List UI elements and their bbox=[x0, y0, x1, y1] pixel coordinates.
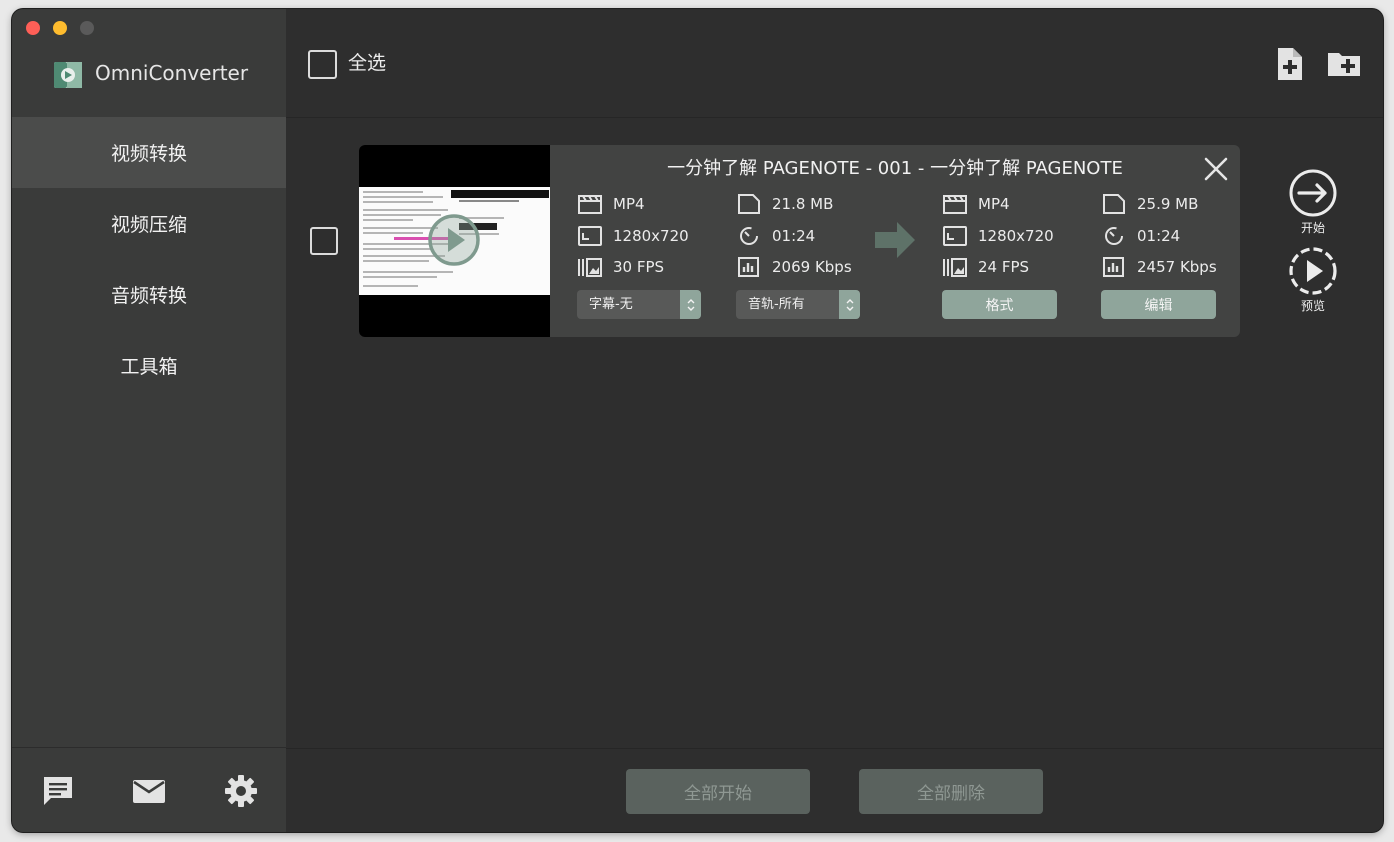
sidebar-item-audio-convert[interactable]: 音频转换 bbox=[12, 259, 286, 330]
source-size: 21.8 MB bbox=[736, 193, 833, 215]
output-format-value: MP4 bbox=[978, 195, 1010, 213]
source-resolution: 1280x720 bbox=[577, 225, 689, 247]
close-icon[interactable] bbox=[1202, 155, 1230, 183]
bitrate-chart-icon bbox=[738, 257, 759, 277]
sidebar-footer bbox=[12, 748, 286, 832]
source-bitrate-value: 2069 Kbps bbox=[772, 258, 852, 276]
close-window-button[interactable] bbox=[26, 21, 40, 35]
app-window: OmniConverter 视频转换 视频压缩 音频转换 工具箱 全选 一分钟了… bbox=[12, 9, 1383, 832]
frames-icon bbox=[943, 258, 967, 277]
mail-icon[interactable] bbox=[131, 773, 167, 809]
sidebar: OmniConverter 视频转换 视频压缩 音频转换 工具箱 bbox=[12, 9, 286, 832]
bitrate-chart-icon bbox=[1103, 257, 1124, 277]
source-size-value: 21.8 MB bbox=[772, 195, 834, 213]
source-resolution-value: 1280x720 bbox=[613, 227, 689, 245]
arrow-right-icon bbox=[875, 222, 915, 258]
audio-track-select[interactable]: 音轨-所有 bbox=[736, 290, 860, 319]
frames-icon bbox=[578, 258, 602, 277]
sidebar-item-video-compress[interactable]: 视频压缩 bbox=[12, 188, 286, 259]
output-fps: 24 FPS bbox=[942, 256, 1029, 278]
timer-icon bbox=[1105, 227, 1123, 245]
main-panel: 全选 一分钟了解 PAGENOTE - 001 - 一分钟了解 PAGENOTE… bbox=[286, 9, 1383, 832]
preview-label: 预览 bbox=[1300, 299, 1325, 313]
file-icon bbox=[738, 194, 760, 214]
output-size: 25.9 MB bbox=[1101, 193, 1198, 215]
chevron-updown-icon bbox=[680, 290, 701, 319]
resolution-icon bbox=[578, 226, 602, 246]
play-icon[interactable] bbox=[427, 213, 481, 267]
toolbar: 全选 bbox=[286, 9, 1383, 118]
source-duration-value: 01:24 bbox=[772, 227, 816, 245]
minimize-window-button[interactable] bbox=[53, 21, 67, 35]
source-format: MP4 bbox=[577, 193, 645, 215]
delete-all-button[interactable]: 全部删除 bbox=[859, 769, 1043, 814]
film-icon bbox=[578, 195, 602, 214]
preview-button[interactable]: 预览 bbox=[1283, 246, 1343, 314]
select-all-label: 全选 bbox=[348, 52, 387, 74]
arrow-circle-icon bbox=[1289, 169, 1337, 217]
subtitle-select-value: 字幕-无 bbox=[589, 297, 633, 312]
film-icon bbox=[943, 195, 967, 214]
chevron-updown-icon bbox=[839, 290, 860, 319]
preview-play-icon bbox=[1289, 247, 1337, 295]
video-thumbnail[interactable] bbox=[359, 145, 550, 337]
format-button[interactable]: 格式 bbox=[942, 290, 1057, 319]
gear-icon[interactable] bbox=[223, 773, 259, 809]
app-name: OmniConverter bbox=[95, 61, 249, 85]
timer-icon bbox=[740, 227, 758, 245]
chat-icon[interactable] bbox=[40, 773, 76, 809]
resolution-icon bbox=[943, 226, 967, 246]
file-icon bbox=[1103, 194, 1125, 214]
add-folder-icon[interactable] bbox=[1327, 47, 1361, 81]
output-resolution-value: 1280x720 bbox=[978, 227, 1054, 245]
source-bitrate: 2069 Kbps bbox=[736, 256, 852, 278]
sidebar-item-toolbox[interactable]: 工具箱 bbox=[12, 330, 286, 401]
start-button[interactable]: 开始 bbox=[1283, 168, 1343, 236]
output-bitrate: 2457 Kbps bbox=[1101, 256, 1217, 278]
audio-track-select-value: 音轨-所有 bbox=[748, 297, 805, 312]
conversion-task-card: 一分钟了解 PAGENOTE - 001 - 一分钟了解 PAGENOTE MP… bbox=[359, 145, 1240, 337]
output-bitrate-value: 2457 Kbps bbox=[1137, 258, 1217, 276]
output-resolution: 1280x720 bbox=[942, 225, 1054, 247]
output-size-value: 25.9 MB bbox=[1137, 195, 1199, 213]
task-title: 一分钟了解 PAGENOTE - 001 - 一分钟了解 PAGENOTE bbox=[667, 158, 1123, 179]
app-logo-icon bbox=[54, 62, 82, 88]
source-fps: 30 FPS bbox=[577, 256, 664, 278]
start-all-button[interactable]: 全部开始 bbox=[626, 769, 810, 814]
source-fps-value: 30 FPS bbox=[613, 258, 665, 276]
sidebar-item-video-convert[interactable]: 视频转换 bbox=[12, 117, 286, 188]
subtitle-select[interactable]: 字幕-无 bbox=[577, 290, 701, 319]
source-format-value: MP4 bbox=[613, 195, 645, 213]
output-fps-value: 24 FPS bbox=[978, 258, 1030, 276]
select-all-checkbox[interactable] bbox=[308, 50, 337, 79]
footer-bar: 全部开始 全部删除 bbox=[286, 748, 1383, 832]
task-checkbox[interactable] bbox=[310, 227, 338, 255]
edit-button[interactable]: 编辑 bbox=[1101, 290, 1216, 319]
sidebar-nav: 视频转换 视频压缩 音频转换 工具箱 bbox=[12, 117, 286, 401]
output-duration-value: 01:24 bbox=[1137, 227, 1181, 245]
output-duration: 01:24 bbox=[1101, 225, 1180, 247]
zoom-window-button[interactable] bbox=[80, 21, 94, 35]
add-file-icon[interactable] bbox=[1273, 47, 1307, 81]
output-format: MP4 bbox=[942, 193, 1010, 215]
source-duration: 01:24 bbox=[736, 225, 815, 247]
start-label: 开始 bbox=[1300, 221, 1325, 235]
